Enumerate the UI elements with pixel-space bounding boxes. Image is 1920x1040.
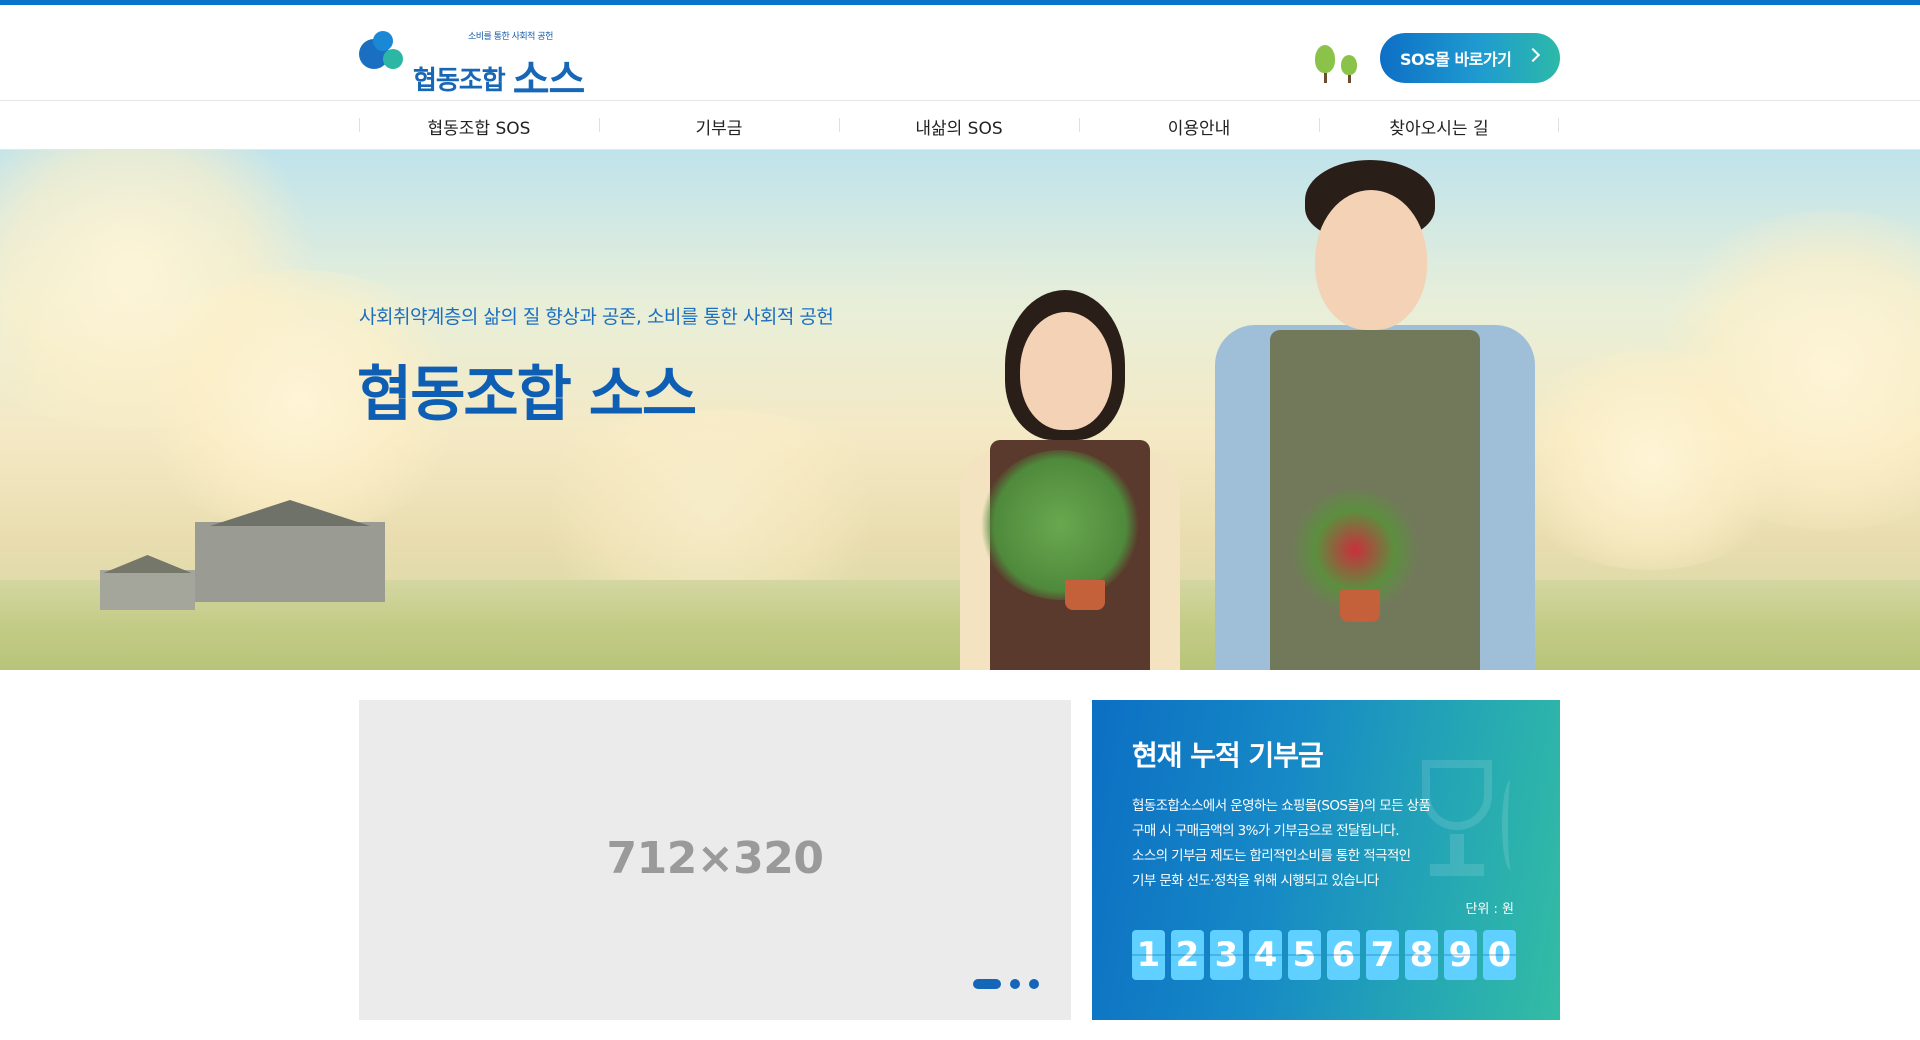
woman-with-plant-image bbox=[950, 290, 1190, 670]
image-slider[interactable]: 712×320 bbox=[359, 700, 1071, 1020]
logo-wordmark: 협동조합 소스 bbox=[413, 43, 586, 103]
donation-description-line: 협동조합소스에서 운영하는 쇼핑몰(SOS몰)의 모든 상품 bbox=[1132, 798, 1431, 814]
logo-mark-icon bbox=[359, 29, 407, 73]
donation-amount-digits: 1 2 3 4 5 6 7 8 9 0 bbox=[1132, 930, 1522, 980]
slider-placeholder-label: 712×320 bbox=[606, 833, 824, 884]
donation-description-line: 기부 문화 선도·정착을 위해 시행되고 있습니다 bbox=[1132, 873, 1379, 889]
counter-digit: 1 bbox=[1132, 930, 1165, 980]
hero-subtitle: 사회취약계층의 삶의 질 향상과 공존, 소비를 통한 사회적 공헌 bbox=[359, 306, 834, 328]
counter-digit: 3 bbox=[1210, 930, 1243, 980]
man-with-plant-image bbox=[1200, 160, 1550, 670]
counter-digit: 2 bbox=[1171, 930, 1204, 980]
logo-name-big: 소스 bbox=[512, 57, 586, 103]
counter-digit: 0 bbox=[1483, 930, 1516, 980]
slider-pagination bbox=[973, 979, 1048, 989]
counter-digit: 6 bbox=[1327, 930, 1360, 980]
hero-banner: 사회취약계층의 삶의 질 향상과 공존, 소비를 통한 사회적 공헌 협동조합 … bbox=[0, 150, 1920, 670]
donation-title: 현재 누적 기부금 bbox=[1132, 739, 1324, 772]
counter-digit: 5 bbox=[1288, 930, 1321, 980]
donation-description: 협동조합소스에서 운영하는 쇼핑몰(SOS몰)의 모든 상품 구매 시 구매금액… bbox=[1132, 794, 1522, 894]
nav-item-my-life-sos[interactable]: 내삶의 SOS bbox=[839, 101, 1079, 151]
donation-description-line: 구매 시 구매금액의 3%가 기부금으로 전달됩니다. bbox=[1132, 823, 1400, 839]
slider-dot-1[interactable] bbox=[973, 979, 1001, 989]
logo-tagline: 소비를 통한 사회적 공헌 bbox=[468, 32, 553, 42]
nav-item-cooperative-sos[interactable]: 협동조합 SOS bbox=[359, 101, 599, 151]
counter-digit: 9 bbox=[1444, 930, 1477, 980]
nav-item-donation[interactable]: 기부금 bbox=[599, 101, 839, 151]
donation-counter-panel: 현재 누적 기부금 협동조합소스에서 운영하는 쇼핑몰(SOS몰)의 모든 상품… bbox=[1092, 700, 1560, 1020]
main-nav: 협동조합 SOS 기부금 내삶의 SOS 이용안내 찾아오시는 길 bbox=[0, 100, 1920, 150]
sos-mall-button-label: SOS몰 바로가기 bbox=[1400, 50, 1512, 69]
counter-digit: 4 bbox=[1249, 930, 1282, 980]
logo-name: 협동조합 bbox=[413, 66, 506, 96]
tree-icon bbox=[1315, 41, 1365, 83]
counter-digit: 7 bbox=[1366, 930, 1399, 980]
donation-unit-label: 단위 : 원 bbox=[1465, 902, 1514, 917]
nav-item-usage-guide[interactable]: 이용안내 bbox=[1079, 101, 1319, 151]
slider-dot-2[interactable] bbox=[1010, 979, 1020, 989]
sos-mall-button[interactable]: SOS몰 바로가기 bbox=[1380, 33, 1560, 83]
site-logo[interactable]: 소비를 통한 사회적 공헌 협동조합 소스 bbox=[359, 27, 585, 103]
counter-digit: 8 bbox=[1405, 930, 1438, 980]
nav-item-directions[interactable]: 찾아오시는 길 bbox=[1319, 101, 1559, 151]
slider-dot-3[interactable] bbox=[1029, 979, 1039, 989]
donation-description-line: 소스의 기부금 제도는 합리적인소비를 통한 적극적인 bbox=[1132, 848, 1411, 864]
hero-title: 협동조합 소스 bbox=[357, 360, 697, 430]
site-header: 소비를 통한 사회적 공헌 협동조합 소스 SOS몰 바로가기 bbox=[0, 5, 1920, 103]
chevron-right-icon bbox=[1525, 47, 1541, 63]
